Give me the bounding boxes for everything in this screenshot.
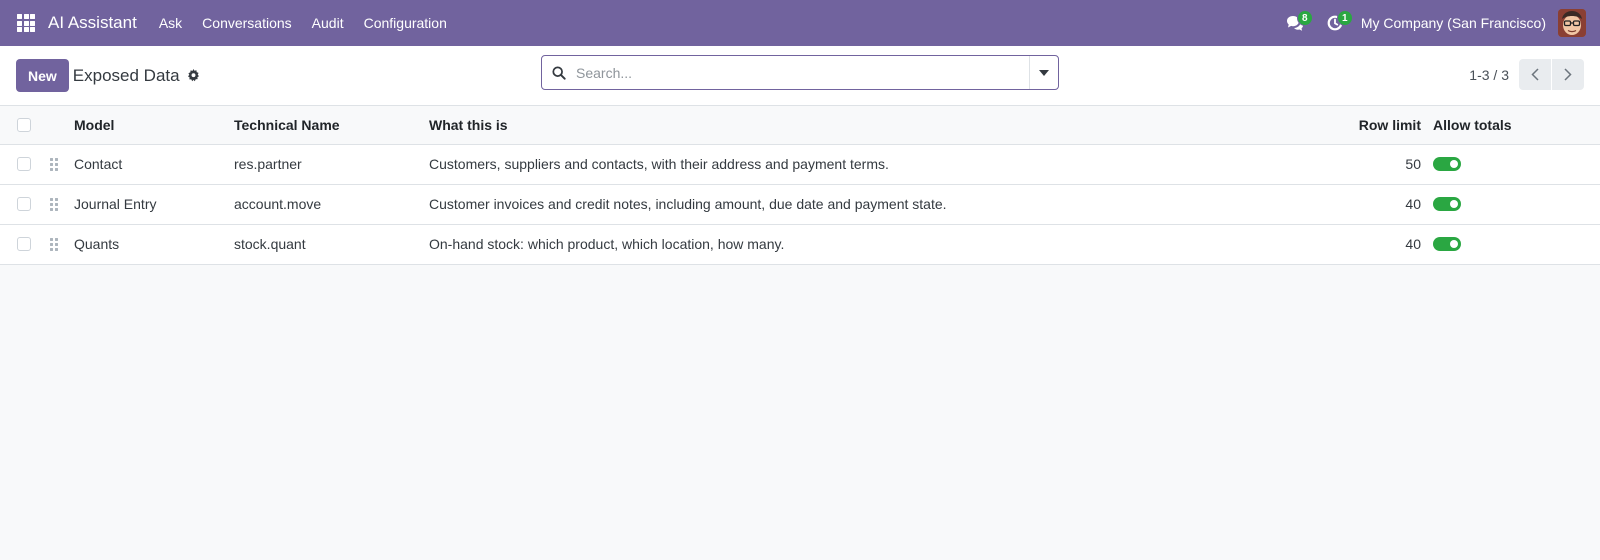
apps-menu-icon[interactable] bbox=[17, 14, 35, 32]
empty-list-area bbox=[0, 264, 1600, 555]
avatar-face-icon bbox=[1558, 9, 1586, 37]
drag-handle-icon[interactable] bbox=[50, 237, 58, 251]
row-checkbox[interactable] bbox=[17, 197, 31, 211]
pager-next-button[interactable] bbox=[1552, 59, 1584, 90]
list-view: Model Technical Name What this is Row li… bbox=[0, 106, 1600, 265]
row-checkbox[interactable] bbox=[17, 157, 31, 171]
cell-row-limit[interactable]: 40 bbox=[1325, 224, 1425, 265]
pager-value[interactable]: 1-3 / 3 bbox=[1469, 67, 1509, 83]
app-brand[interactable]: AI Assistant bbox=[48, 13, 137, 33]
cell-model[interactable]: Quants bbox=[70, 224, 230, 265]
table-row[interactable]: Journal Entry account.move Customer invo… bbox=[0, 184, 1600, 225]
company-switcher[interactable]: My Company (San Francisco) bbox=[1355, 15, 1558, 31]
header-description[interactable]: What this is bbox=[425, 106, 1325, 145]
header-model[interactable]: Model bbox=[70, 106, 230, 145]
messages-count-badge: 8 bbox=[1296, 10, 1313, 26]
pager-previous-button[interactable] bbox=[1519, 59, 1551, 90]
table-row[interactable]: Contact res.partner Customers, suppliers… bbox=[0, 144, 1600, 185]
select-all-checkbox[interactable] bbox=[17, 117, 31, 132]
cell-technical-name[interactable]: stock.quant bbox=[230, 224, 425, 265]
search-input[interactable] bbox=[576, 57, 1029, 88]
menu-conversations[interactable]: Conversations bbox=[192, 0, 302, 46]
allow-totals-toggle[interactable] bbox=[1433, 157, 1461, 171]
menu-configuration[interactable]: Configuration bbox=[354, 0, 457, 46]
table-row[interactable]: Quants stock.quant On-hand stock: which … bbox=[0, 224, 1600, 265]
search-box bbox=[541, 55, 1059, 90]
pager: 1-3 / 3 bbox=[1469, 59, 1584, 90]
cell-description[interactable]: On-hand stock: which product, which loca… bbox=[425, 224, 1325, 265]
cell-description[interactable]: Customers, suppliers and contacts, with … bbox=[425, 144, 1325, 185]
cell-model[interactable]: Contact bbox=[70, 144, 230, 185]
page-title: Exposed Data bbox=[72, 65, 180, 85]
cell-row-limit[interactable]: 40 bbox=[1325, 184, 1425, 225]
allow-totals-toggle[interactable] bbox=[1433, 197, 1461, 211]
control-panel: New Exposed Data 1-3 / 3 bbox=[0, 46, 1600, 106]
activity-button[interactable]: 1 bbox=[1315, 0, 1355, 46]
cell-model[interactable]: Journal Entry bbox=[70, 184, 230, 225]
header-technical-name[interactable]: Technical Name bbox=[230, 106, 425, 145]
chevron-left-icon bbox=[1531, 68, 1539, 81]
menu-audit[interactable]: Audit bbox=[302, 0, 354, 46]
drag-handle-icon[interactable] bbox=[50, 197, 58, 211]
messaging-button[interactable]: 8 bbox=[1275, 0, 1315, 46]
caret-down-icon bbox=[1039, 69, 1049, 76]
allow-totals-toggle[interactable] bbox=[1433, 237, 1461, 251]
search-icon bbox=[542, 65, 576, 80]
cell-row-limit[interactable]: 50 bbox=[1325, 144, 1425, 185]
new-button[interactable]: New bbox=[16, 59, 69, 92]
chevron-right-icon bbox=[1564, 68, 1572, 81]
cell-technical-name[interactable]: res.partner bbox=[230, 144, 425, 185]
records-table: Model Technical Name What this is Row li… bbox=[0, 106, 1600, 265]
user-avatar[interactable] bbox=[1558, 9, 1586, 37]
search-options-toggle[interactable] bbox=[1029, 56, 1058, 89]
cell-technical-name[interactable]: account.move bbox=[230, 184, 425, 225]
header-allow-totals[interactable]: Allow totals bbox=[1425, 106, 1600, 145]
header-select-all bbox=[0, 106, 46, 145]
drag-handle-icon[interactable] bbox=[50, 157, 58, 171]
header-row-limit[interactable]: Row limit bbox=[1325, 106, 1425, 145]
menu-ask[interactable]: Ask bbox=[149, 0, 192, 46]
gear-icon[interactable] bbox=[187, 69, 200, 82]
table-header-row: Model Technical Name What this is Row li… bbox=[0, 106, 1600, 145]
activity-count-badge: 1 bbox=[1336, 10, 1353, 26]
top-navbar: AI Assistant Ask Conversations Audit Con… bbox=[0, 0, 1600, 46]
systray: 8 1 My Company (San Francisco) bbox=[1275, 0, 1600, 46]
row-checkbox[interactable] bbox=[17, 237, 31, 251]
cell-description[interactable]: Customer invoices and credit notes, incl… bbox=[425, 184, 1325, 225]
